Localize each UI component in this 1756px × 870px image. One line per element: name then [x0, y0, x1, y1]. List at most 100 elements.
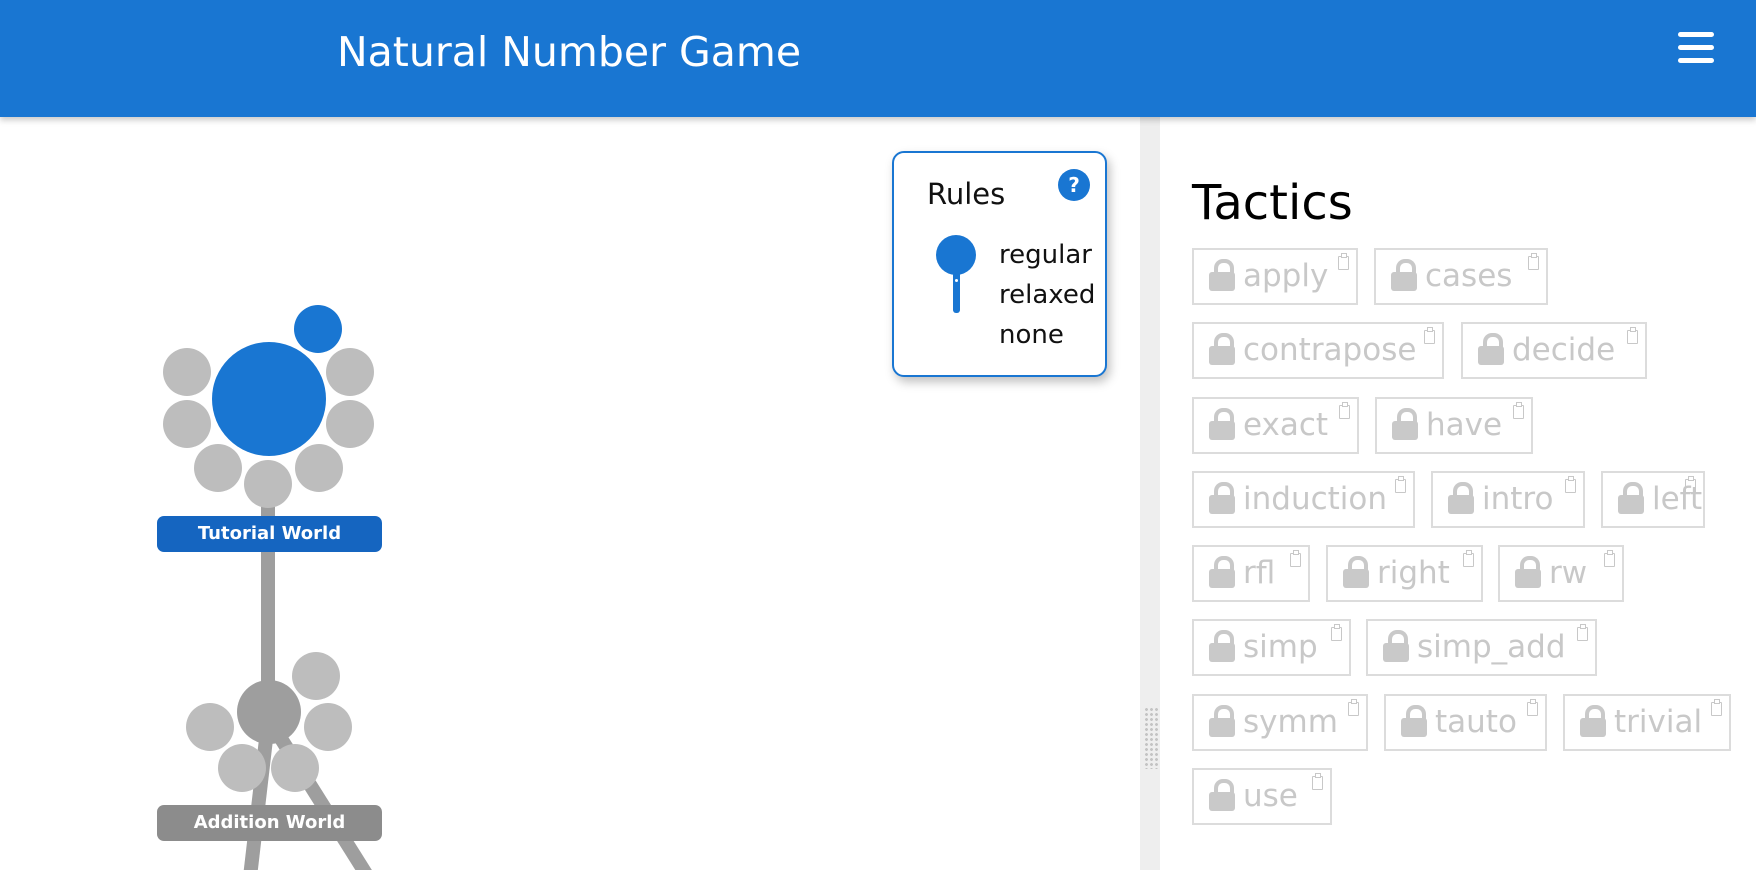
tactic-label: trivial	[1614, 704, 1703, 740]
clipboard-icon[interactable]	[1577, 624, 1588, 641]
tactic-label: have	[1426, 407, 1503, 443]
lock-icon	[1209, 555, 1235, 588]
tactic-tauto[interactable]: tauto	[1384, 694, 1547, 751]
lock-icon	[1209, 481, 1235, 514]
tactic-simp-add[interactable]: simp_add	[1366, 619, 1597, 676]
level-node	[271, 744, 319, 792]
tactic-use[interactable]: use	[1192, 768, 1332, 825]
lock-icon	[1343, 555, 1369, 588]
tutorial-world-node	[212, 342, 326, 456]
help-icon[interactable]: ?	[1058, 169, 1090, 201]
tactic-label: contrapose	[1243, 332, 1417, 368]
tactic-label: intro	[1482, 481, 1554, 517]
tactic-symm[interactable]: symm	[1192, 694, 1368, 751]
clipboard-icon[interactable]	[1424, 327, 1435, 344]
tactic-label: simp_add	[1417, 629, 1566, 665]
clipboard-icon[interactable]	[1331, 624, 1342, 641]
lock-icon	[1209, 778, 1235, 811]
tactic-apply[interactable]: apply	[1192, 248, 1358, 305]
clipboard-icon[interactable]	[1528, 253, 1539, 270]
lock-icon	[1391, 258, 1417, 291]
tactics-inventory-pane: Tactics apply cases contrapose decide ex…	[1160, 117, 1756, 870]
world-connector	[243, 721, 275, 870]
clipboard-icon[interactable]	[1685, 476, 1696, 493]
lock-icon	[1580, 704, 1606, 737]
rules-panel: Rules ? regular relaxed none	[892, 151, 1107, 377]
tactic-label: rw	[1549, 555, 1588, 591]
rules-slider-thumb[interactable]	[936, 235, 976, 275]
tactic-cases[interactable]: cases	[1374, 248, 1548, 305]
tactic-left[interactable]: left	[1601, 471, 1705, 528]
world-label-addition[interactable]: Addition World	[157, 805, 382, 841]
lock-icon	[1448, 481, 1474, 514]
tactic-label: simp	[1243, 629, 1318, 665]
tactic-rw[interactable]: rw	[1498, 545, 1624, 602]
tactic-right[interactable]: right	[1326, 545, 1483, 602]
tactic-rfl[interactable]: rfl	[1192, 545, 1310, 602]
lock-icon	[1383, 629, 1409, 662]
tactic-label: symm	[1243, 704, 1338, 740]
clipboard-icon[interactable]	[1312, 773, 1323, 790]
lock-icon	[1478, 332, 1504, 365]
rule-option-relaxed[interactable]: relaxed	[999, 280, 1095, 310]
clipboard-icon[interactable]	[1627, 327, 1638, 344]
lock-icon	[1401, 704, 1427, 737]
tactic-decide[interactable]: decide	[1461, 322, 1647, 379]
tactic-label: right	[1377, 555, 1450, 591]
tactic-simp[interactable]: simp	[1192, 619, 1351, 676]
hamburger-menu-icon[interactable]	[1676, 30, 1716, 66]
clipboard-icon[interactable]	[1338, 253, 1349, 270]
level-node	[163, 348, 211, 396]
tactic-label: decide	[1512, 332, 1616, 368]
lock-icon	[1618, 481, 1644, 514]
rule-option-none[interactable]: none	[999, 320, 1064, 350]
clipboard-icon[interactable]	[1711, 699, 1722, 716]
clipboard-icon[interactable]	[1565, 476, 1576, 493]
level-node	[218, 744, 266, 792]
lock-icon	[1392, 407, 1418, 440]
lock-icon	[1209, 332, 1235, 365]
drag-handle-icon[interactable]	[1144, 707, 1158, 769]
tactic-label: tauto	[1435, 704, 1517, 740]
tactic-exact[interactable]: exact	[1192, 397, 1359, 454]
tactic-contrapose[interactable]: contrapose	[1192, 322, 1444, 379]
lock-icon	[1515, 555, 1541, 588]
clipboard-icon[interactable]	[1604, 550, 1615, 567]
level-node	[304, 703, 352, 751]
tactic-label: cases	[1425, 258, 1513, 294]
level-node	[326, 348, 374, 396]
clipboard-icon[interactable]	[1527, 699, 1538, 716]
lock-icon	[1209, 629, 1235, 662]
clipboard-icon[interactable]	[1395, 476, 1406, 493]
level-node	[186, 703, 234, 751]
level-node	[326, 400, 374, 448]
clipboard-icon[interactable]	[1513, 402, 1524, 419]
level-node-current	[294, 305, 342, 353]
tactic-label: apply	[1243, 258, 1329, 294]
tactic-trivial[interactable]: trivial	[1563, 694, 1731, 751]
level-node	[244, 460, 292, 508]
tactic-label: use	[1243, 778, 1298, 814]
clipboard-icon[interactable]	[1348, 699, 1359, 716]
tactic-have[interactable]: have	[1375, 397, 1533, 454]
rules-title: Rules	[927, 177, 1006, 211]
tactic-intro[interactable]: intro	[1431, 471, 1585, 528]
tactics-heading: Tactics	[1192, 175, 1353, 231]
clipboard-icon[interactable]	[1339, 402, 1350, 419]
level-node	[292, 652, 340, 700]
tactic-label: exact	[1243, 407, 1329, 443]
clipboard-icon[interactable]	[1290, 550, 1301, 567]
clipboard-icon[interactable]	[1463, 550, 1474, 567]
pane-divider[interactable]	[1140, 117, 1160, 870]
level-node	[194, 444, 242, 492]
tactic-label: induction	[1243, 481, 1388, 517]
app-title: Natural Number Game	[337, 28, 802, 76]
lock-icon	[1209, 407, 1235, 440]
tactic-induction[interactable]: induction	[1192, 471, 1415, 528]
level-node	[295, 444, 343, 492]
lock-icon	[1209, 258, 1235, 291]
world-label-tutorial[interactable]: Tutorial World	[157, 516, 382, 552]
tactic-label: rfl	[1243, 555, 1276, 591]
rule-option-regular[interactable]: regular	[999, 240, 1092, 270]
addition-world-node	[237, 680, 301, 744]
